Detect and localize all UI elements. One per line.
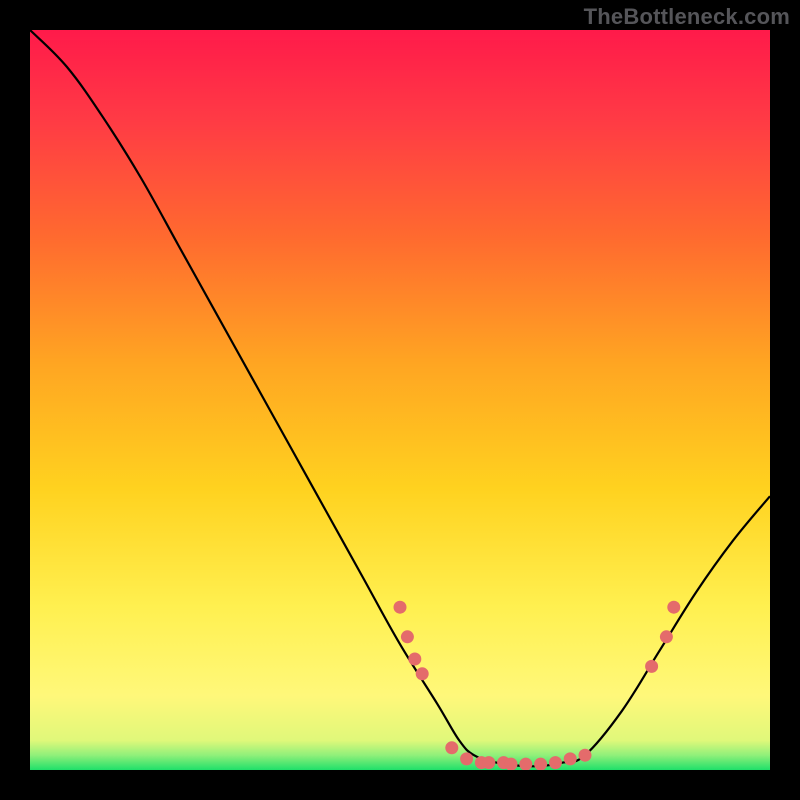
gradient-background <box>30 30 770 770</box>
plot-area <box>30 30 770 770</box>
watermark-text: TheBottleneck.com <box>584 4 790 30</box>
